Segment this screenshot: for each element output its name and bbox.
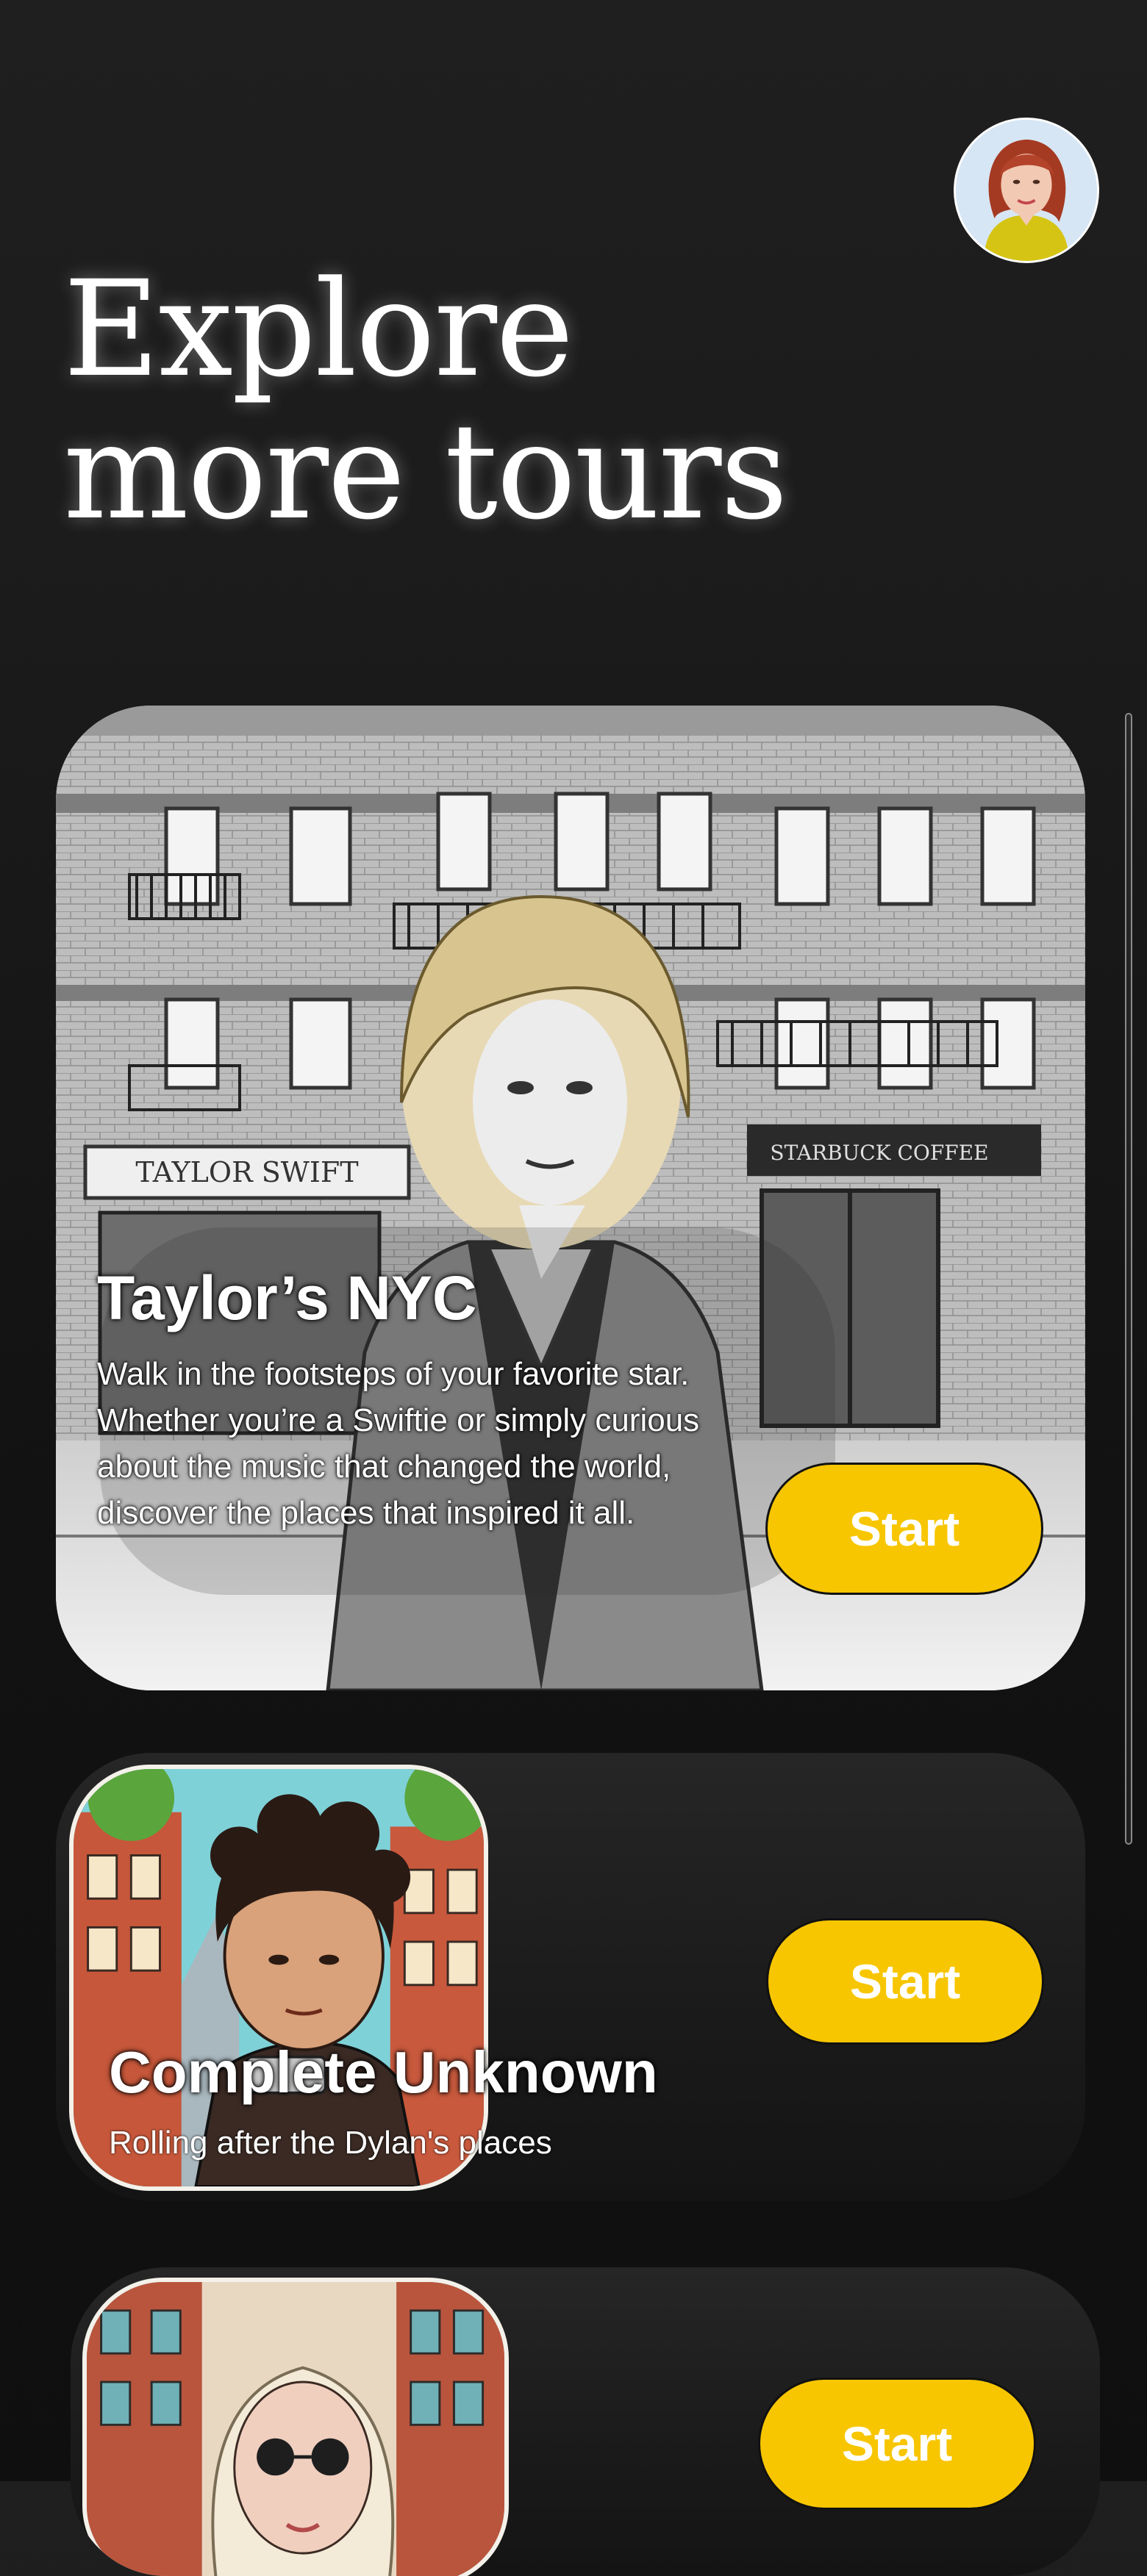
profile-avatar[interactable] <box>954 118 1099 263</box>
page-title-line-2: more tours <box>63 395 788 549</box>
scrollbar[interactable] <box>1125 713 1132 1845</box>
tour-card-taylors-nyc[interactable]: TAYLOR SWIFT STARBUCK COFFEE Taylor’s NY… <box>56 706 1085 1690</box>
page-title: Explore more tours <box>63 253 788 549</box>
tour-title: Taylor’s NYC <box>97 1263 477 1332</box>
tour-title: Complete Unknown <box>109 2039 658 2105</box>
tour-description: Rolling after the Dylan's places <box>109 2125 552 2161</box>
tour-thumbnail <box>82 2278 509 2576</box>
storefront-sign-right: STARBUCK COFFEE <box>770 1141 988 1165</box>
start-button[interactable]: Start <box>758 2378 1036 2510</box>
storefront-sign-left: TAYLOR SWIFT <box>135 1156 358 1188</box>
tour-card-third[interactable]: Start <box>71 2267 1100 2576</box>
user-avatar-icon <box>956 120 1097 261</box>
start-button[interactable]: Start <box>766 1918 1044 2045</box>
tour-card-complete-unknown[interactable]: Complete Unknown Rolling after the Dylan… <box>56 1753 1085 2201</box>
start-button[interactable]: Start <box>765 1463 1043 1595</box>
tour-thumbnail-image <box>87 2282 504 2576</box>
page-title-line-1: Explore <box>63 253 574 406</box>
tour-description: Walk in the footsteps of your favorite s… <box>97 1356 700 1531</box>
